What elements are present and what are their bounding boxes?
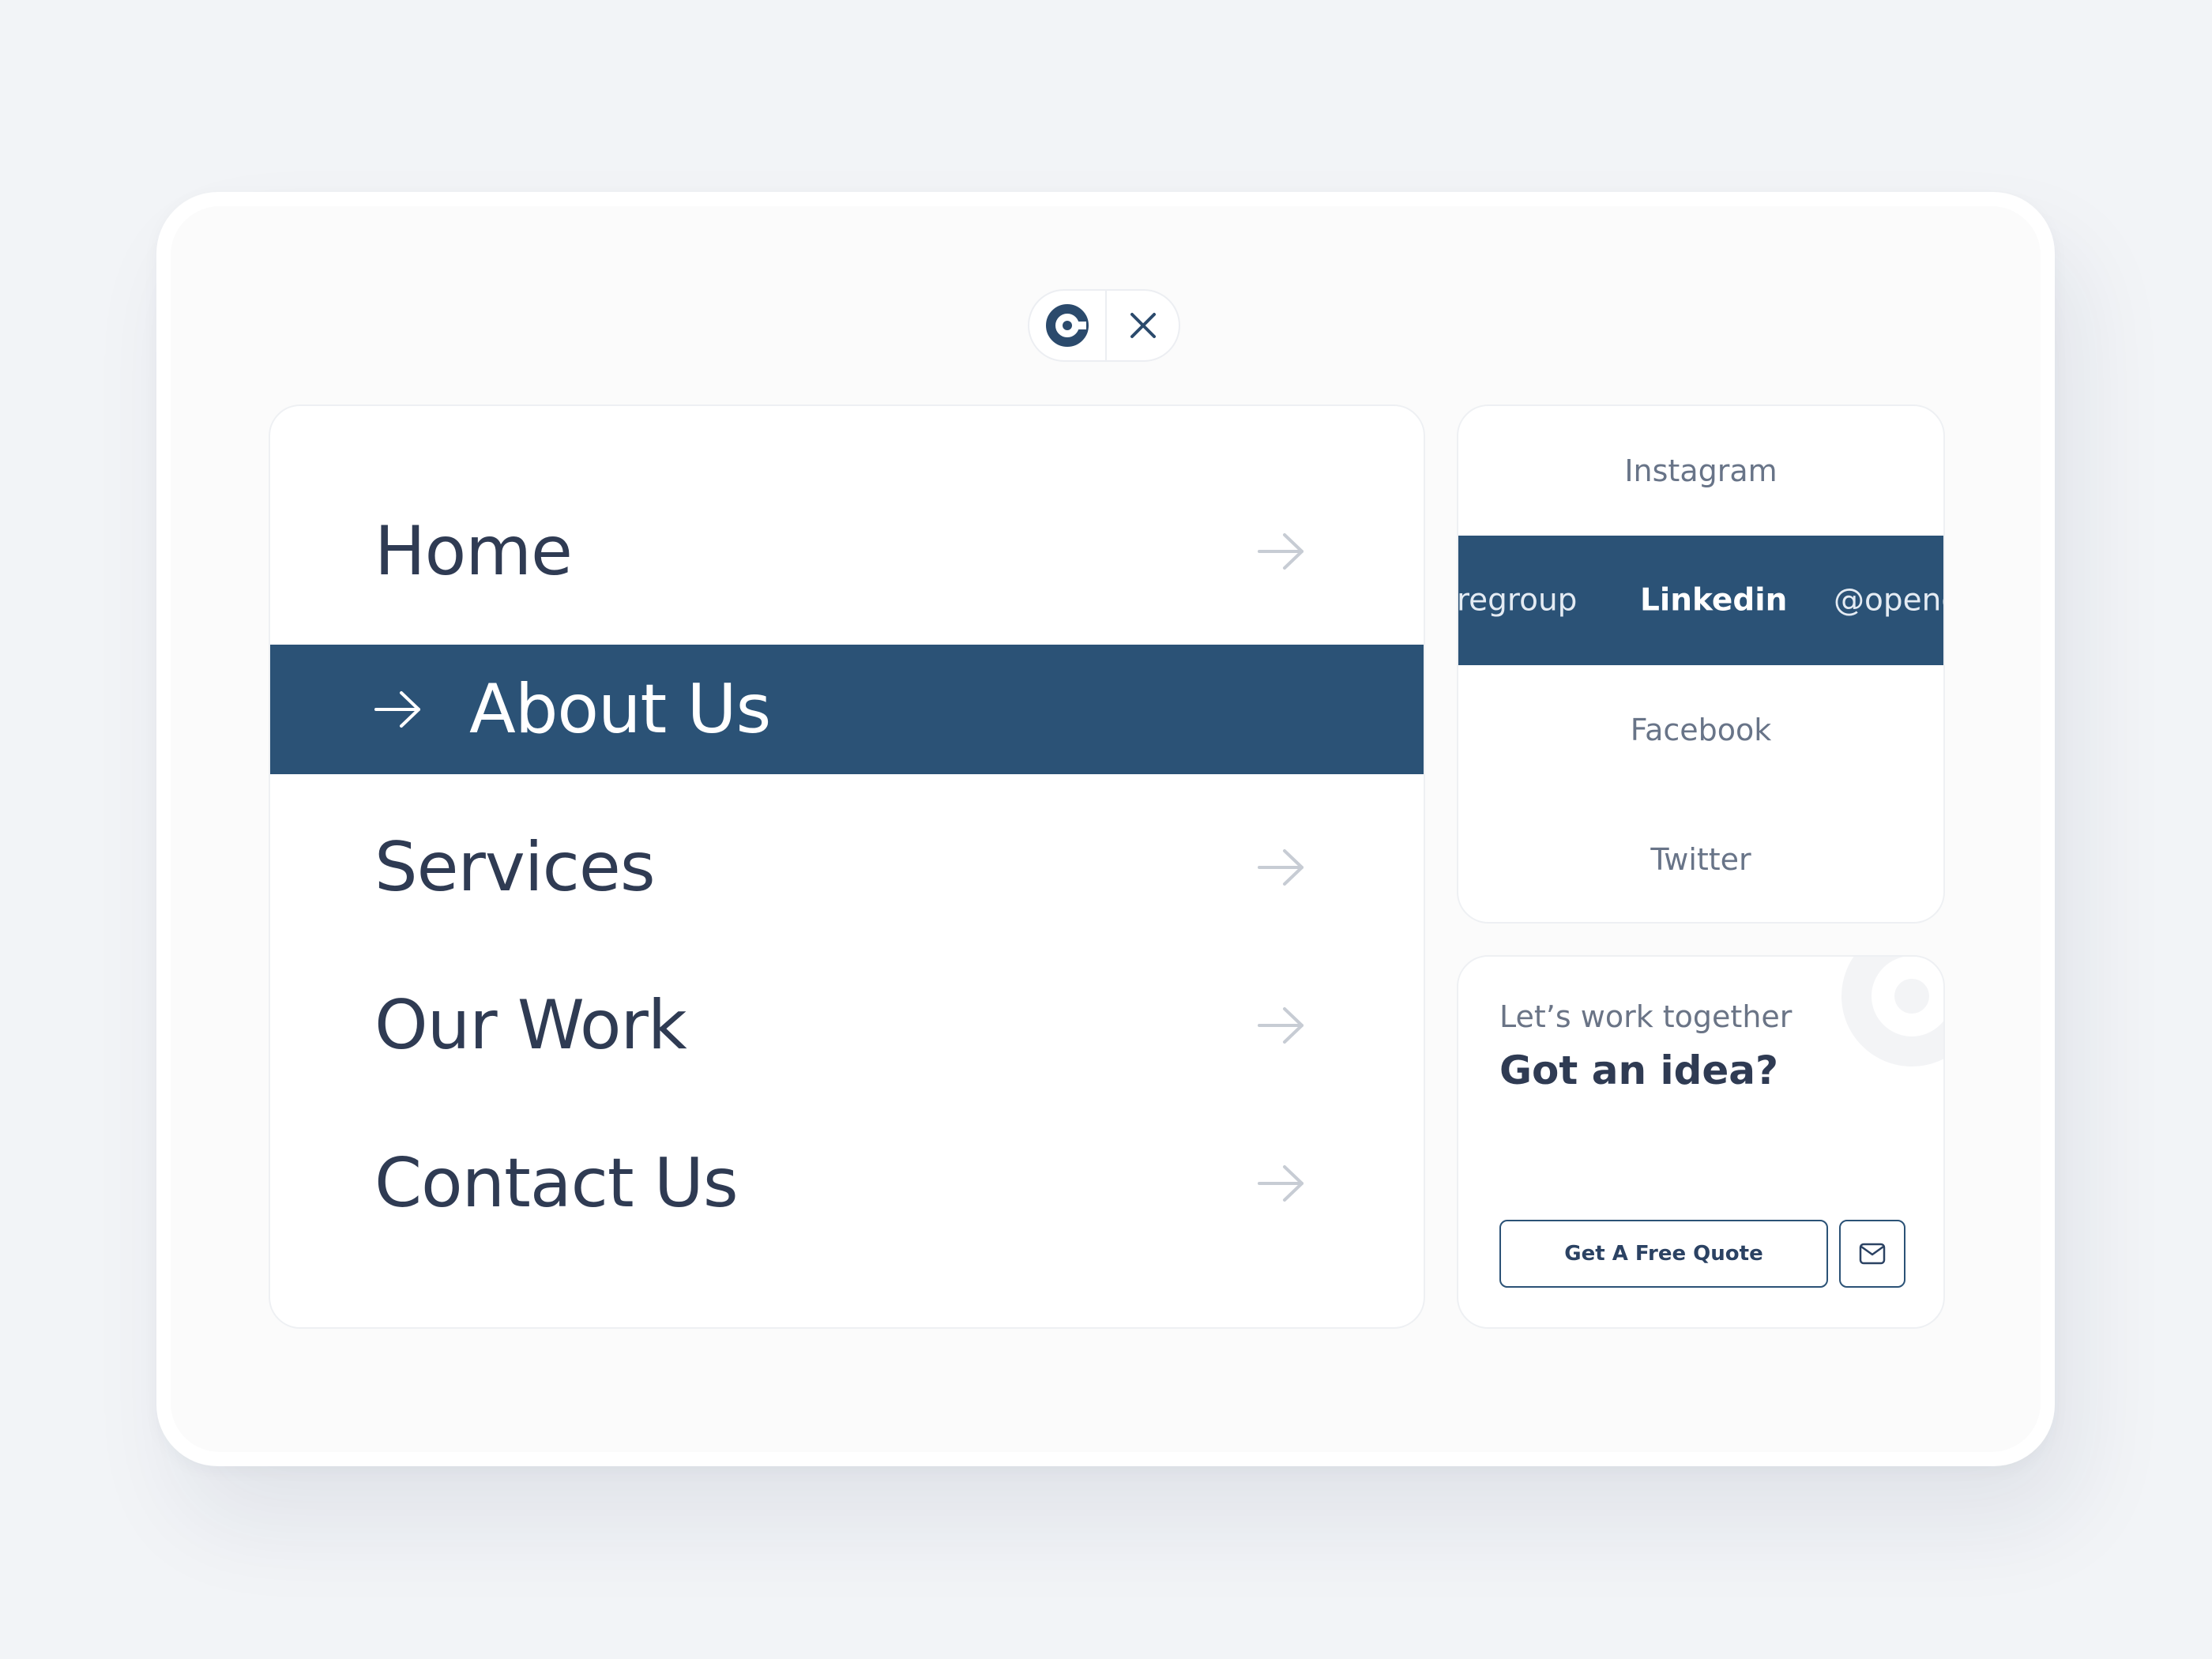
cta-title: Got an idea?: [1499, 1048, 1779, 1093]
nav-item-label: Home: [374, 512, 573, 591]
mail-button[interactable]: [1839, 1220, 1905, 1288]
decorative-logo-icon: [1841, 957, 1943, 1066]
arrow-right-icon: [374, 691, 420, 728]
marquee-text-right: @openc: [1834, 582, 1943, 619]
cta-card: Let’s work together Got an idea? Get A F…: [1457, 955, 1945, 1329]
social-link-facebook[interactable]: Facebook: [1458, 665, 1943, 795]
social-link-label: Linkedin: [1640, 582, 1788, 619]
nav-item-label: About Us: [469, 670, 771, 749]
nav-item-label: Our Work: [374, 986, 687, 1065]
social-link-linkedin[interactable]: regroup Linkedin @openc: [1458, 536, 1943, 665]
nav-card: Home About Us Services Our Work Contact …: [269, 404, 1425, 1329]
social-link-instagram[interactable]: Instagram: [1458, 406, 1943, 536]
arrow-right-icon: [1258, 1007, 1304, 1044]
close-button[interactable]: [1107, 291, 1179, 360]
nav-item-label: Services: [374, 828, 656, 907]
nav-item-label: Contact Us: [374, 1144, 739, 1223]
social-link-label: Twitter: [1650, 842, 1751, 877]
brand-c-logo-icon: [1046, 304, 1089, 347]
cta-kicker: Let’s work together: [1499, 999, 1793, 1034]
get-free-quote-button[interactable]: Get A Free Quote: [1499, 1220, 1828, 1288]
nav-item-about-us[interactable]: About Us: [270, 645, 1424, 774]
nav-item-services[interactable]: Services: [270, 803, 1424, 932]
mail-icon: [1859, 1243, 1886, 1265]
social-link-label: Instagram: [1624, 453, 1778, 488]
arrow-right-icon: [1258, 533, 1304, 570]
logo[interactable]: [1029, 291, 1107, 360]
social-links-card: Instagram regroup Linkedin @openc Facebo…: [1457, 404, 1945, 924]
nav-item-contact-us[interactable]: Contact Us: [270, 1119, 1424, 1248]
nav-item-our-work[interactable]: Our Work: [270, 961, 1424, 1090]
header-pill: [1028, 289, 1180, 362]
nav-item-home[interactable]: Home: [270, 487, 1424, 616]
close-icon: [1130, 313, 1156, 338]
marquee-text-left: regroup: [1458, 582, 1578, 619]
social-link-label: Facebook: [1630, 713, 1772, 747]
social-link-twitter[interactable]: Twitter: [1458, 795, 1943, 922]
arrow-right-icon: [1258, 849, 1304, 886]
arrow-right-icon: [1258, 1165, 1304, 1202]
